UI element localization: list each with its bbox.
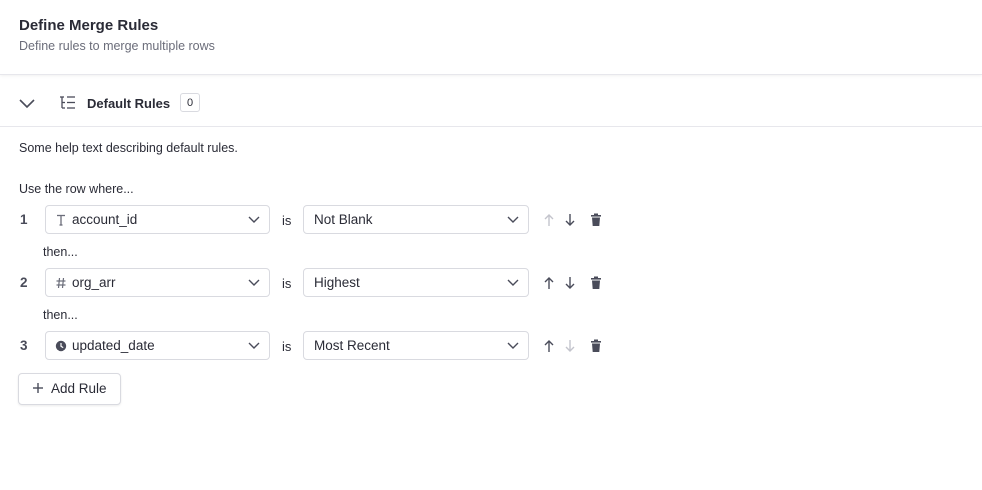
field-select[interactable]: org_arr (45, 268, 270, 297)
arrow-down-icon[interactable] (564, 213, 576, 227)
number-type-icon (56, 277, 66, 289)
add-rule-label: Add Rule (51, 381, 107, 396)
then-connector: then... (43, 308, 78, 322)
section-title: Default Rules (87, 96, 171, 111)
chevron-down-icon (507, 216, 519, 223)
rule-count-badge: 0 (180, 93, 200, 112)
trash-icon[interactable] (590, 213, 602, 227)
condition-select[interactable]: Not Blank (303, 205, 529, 234)
arrow-up-icon[interactable] (543, 276, 555, 290)
field-select-value: org_arr (72, 275, 116, 290)
field-select[interactable]: account_id (45, 205, 270, 234)
page-title: Define Merge Rules (19, 17, 159, 34)
rule-number: 3 (20, 338, 28, 353)
rule-number: 2 (20, 275, 28, 290)
condition-select[interactable]: Highest (303, 268, 529, 297)
operator-label: is (282, 213, 292, 228)
arrow-up-icon[interactable] (543, 339, 555, 353)
rule-number: 1 (20, 212, 28, 227)
operator-label: is (282, 339, 292, 354)
chevron-down-icon (507, 342, 519, 349)
trash-icon[interactable] (590, 339, 602, 353)
date-type-icon (55, 340, 67, 352)
text-type-icon (57, 214, 65, 226)
chevron-down-icon (248, 279, 260, 286)
arrow-down-icon[interactable] (564, 276, 576, 290)
chevron-down-icon (507, 279, 519, 286)
condition-select-value: Most Recent (314, 338, 390, 353)
chevron-down-icon (248, 342, 260, 349)
then-connector: then... (43, 245, 78, 259)
condition-select[interactable]: Most Recent (303, 331, 529, 360)
help-text: Some help text describing default rules. (19, 141, 238, 155)
page-header: Define Merge Rules Define rules to merge… (0, 0, 982, 75)
condition-select-value: Highest (314, 275, 360, 290)
add-rule-button[interactable]: Add Rule (18, 373, 121, 405)
operator-label: is (282, 276, 292, 291)
field-select[interactable]: updated_date (45, 331, 270, 360)
plus-icon (33, 383, 43, 393)
rule-list-icon (60, 96, 75, 109)
arrow-up-icon[interactable] (543, 213, 555, 227)
trash-icon[interactable] (590, 276, 602, 290)
chevron-down-icon[interactable] (18, 96, 36, 110)
field-select-value: updated_date (72, 338, 155, 353)
page-subtitle: Define rules to merge multiple rows (19, 39, 215, 53)
field-select-value: account_id (72, 212, 138, 227)
chevron-down-icon (248, 216, 260, 223)
rules-intro: Use the row where... (19, 182, 134, 196)
condition-select-value: Not Blank (314, 212, 373, 227)
arrow-down-icon[interactable] (564, 339, 576, 353)
